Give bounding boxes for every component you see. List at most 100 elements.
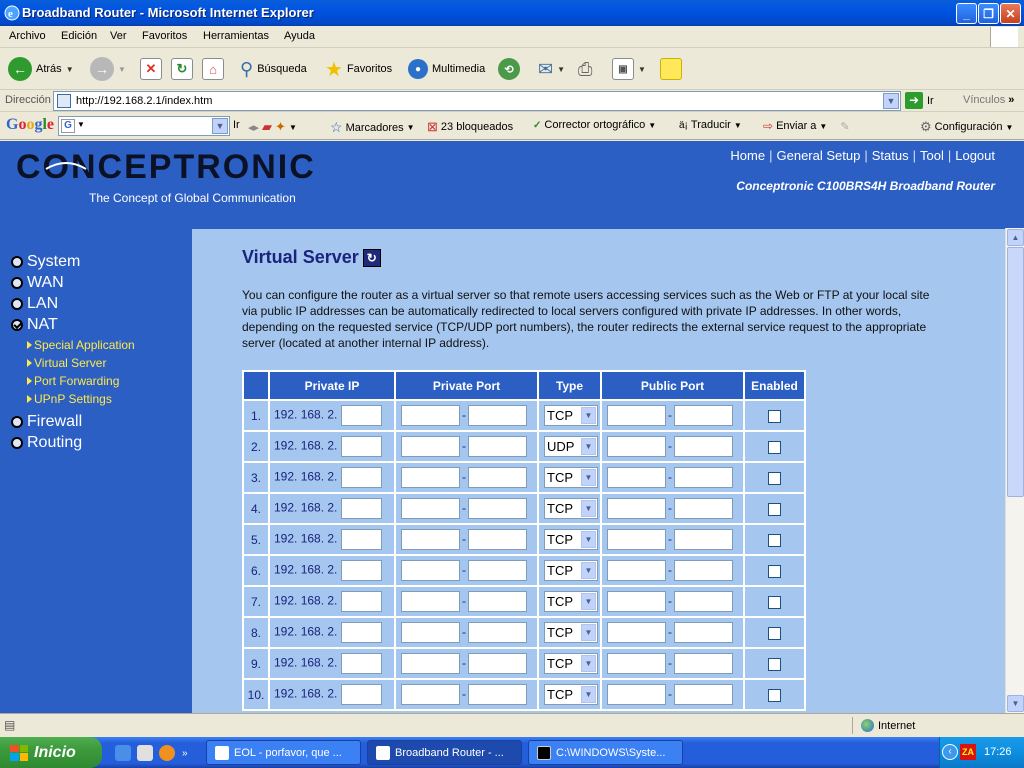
private-port-start-input[interactable] bbox=[401, 591, 460, 612]
go-button[interactable]: ➜ Ir bbox=[905, 92, 934, 109]
forward-button[interactable]: → ▼ bbox=[90, 56, 126, 82]
public-port-start-input[interactable] bbox=[607, 684, 666, 705]
mail-button[interactable]: ✉ ▼ bbox=[538, 56, 565, 82]
task-broadband-router[interactable]: Broadband Router - ... bbox=[367, 740, 522, 765]
private-port-start-input[interactable] bbox=[401, 467, 460, 488]
private-port-start-input[interactable] bbox=[401, 653, 460, 674]
nav-home-link[interactable]: Home bbox=[730, 148, 765, 163]
refresh-icon[interactable]: ↻ bbox=[362, 248, 381, 267]
protocol-select[interactable]: TCP ▼ bbox=[544, 529, 598, 550]
chevron-down-icon[interactable]: ▼ bbox=[212, 118, 228, 134]
public-port-end-input[interactable] bbox=[674, 436, 733, 457]
nav-status-link[interactable]: Status bbox=[872, 148, 909, 163]
public-port-end-input[interactable] bbox=[674, 405, 733, 426]
ie-quicklaunch-icon[interactable] bbox=[115, 745, 131, 761]
nav-logout-link[interactable]: Logout bbox=[955, 148, 995, 163]
enabled-checkbox[interactable] bbox=[768, 595, 781, 609]
menu-herramientas[interactable]: Herramientas bbox=[203, 30, 269, 42]
protocol-select[interactable]: TCP ▼ bbox=[544, 622, 598, 643]
private-ip-input[interactable] bbox=[340, 529, 382, 550]
public-port-start-input[interactable] bbox=[607, 560, 666, 581]
search-button[interactable]: ⚲ Búsqueda bbox=[240, 56, 307, 82]
sidebar-sub-port-forwarding[interactable]: Port Forwarding bbox=[27, 374, 119, 388]
public-port-start-input[interactable] bbox=[607, 529, 666, 550]
enabled-checkbox[interactable] bbox=[768, 502, 781, 516]
private-port-end-input[interactable] bbox=[468, 467, 527, 488]
edit-button[interactable]: ▣ ▼ bbox=[612, 56, 646, 82]
public-port-end-input[interactable] bbox=[674, 622, 733, 643]
private-port-end-input[interactable] bbox=[468, 529, 527, 550]
sidebar-item-routing[interactable]: Routing bbox=[11, 434, 82, 452]
private-port-start-input[interactable] bbox=[401, 560, 460, 581]
refresh-button[interactable]: ↻ bbox=[171, 56, 193, 82]
private-port-end-input[interactable] bbox=[468, 591, 527, 612]
nav-general-setup-link[interactable]: General Setup bbox=[777, 148, 861, 163]
public-port-end-input[interactable] bbox=[674, 529, 733, 550]
popup-blocker-button[interactable]: ⊠ 23 bloqueados bbox=[427, 119, 513, 135]
home-button[interactable]: ⌂ bbox=[202, 56, 224, 82]
private-port-start-input[interactable] bbox=[401, 622, 460, 643]
private-port-end-input[interactable] bbox=[468, 560, 527, 581]
links-label[interactable]: Vínculos » bbox=[963, 94, 1014, 106]
private-port-end-input[interactable] bbox=[468, 436, 527, 457]
public-port-start-input[interactable] bbox=[607, 498, 666, 519]
enabled-checkbox[interactable] bbox=[768, 657, 781, 671]
enabled-checkbox[interactable] bbox=[768, 626, 781, 640]
enabled-checkbox[interactable] bbox=[768, 533, 781, 547]
task-eol[interactable]: EOL - porfavor, que ... bbox=[206, 740, 361, 765]
private-port-end-input[interactable] bbox=[468, 405, 527, 426]
sidebar-item-system[interactable]: System bbox=[11, 253, 80, 271]
stop-button[interactable]: ✕ bbox=[140, 56, 162, 82]
start-button[interactable]: Inicio bbox=[0, 737, 102, 768]
private-ip-input[interactable] bbox=[340, 405, 382, 426]
vertical-scrollbar[interactable]: ▲ ▼ bbox=[1005, 228, 1024, 713]
private-ip-input[interactable] bbox=[340, 467, 382, 488]
private-port-start-input[interactable] bbox=[401, 684, 460, 705]
public-port-start-input[interactable] bbox=[607, 653, 666, 674]
private-port-start-input[interactable] bbox=[401, 405, 460, 426]
google-search-input[interactable]: G ▼ ▼ bbox=[58, 116, 230, 136]
google-logo[interactable]: Google bbox=[6, 116, 54, 134]
google-tools-icons[interactable]: ◂▸ ▰ ✦ ▼ bbox=[248, 119, 297, 135]
sidebar-sub-upnp-settings[interactable]: UPnP Settings bbox=[27, 392, 112, 406]
sidebar-item-lan[interactable]: LAN bbox=[11, 295, 58, 313]
sidebar-sub-virtual-server[interactable]: Virtual Server bbox=[27, 356, 106, 370]
public-port-start-input[interactable] bbox=[607, 405, 666, 426]
protocol-select[interactable]: TCP ▼ bbox=[544, 591, 598, 612]
protocol-select[interactable]: UDP ▼ bbox=[544, 436, 598, 457]
multimedia-button[interactable]: ● Multimedia bbox=[408, 56, 485, 82]
settings-button[interactable]: ⚙ Configuración ▼ bbox=[920, 119, 1013, 135]
public-port-start-input[interactable] bbox=[607, 591, 666, 612]
media-player-quicklaunch-icon[interactable] bbox=[159, 745, 175, 761]
public-port-end-input[interactable] bbox=[674, 684, 733, 705]
notes-button[interactable] bbox=[660, 56, 682, 82]
history-button[interactable]: ⟲ bbox=[498, 56, 520, 82]
private-port-end-input[interactable] bbox=[468, 653, 527, 674]
sidebar-sub-special-application[interactable]: Special Application bbox=[27, 338, 135, 352]
task-cmd[interactable]: C:\WINDOWS\Syste... bbox=[528, 740, 683, 765]
print-button[interactable]: ⎙ bbox=[578, 56, 592, 82]
protocol-select[interactable]: TCP ▼ bbox=[544, 405, 598, 426]
protocol-select[interactable]: TCP ▼ bbox=[544, 653, 598, 674]
public-port-start-input[interactable] bbox=[607, 436, 666, 457]
back-button[interactable]: ← Atrás ▼ bbox=[8, 56, 74, 82]
protocol-select[interactable]: TCP ▼ bbox=[544, 684, 598, 705]
scroll-thumb[interactable] bbox=[1007, 247, 1024, 497]
chevron-down-icon[interactable]: ▼ bbox=[883, 93, 899, 109]
public-port-end-input[interactable] bbox=[674, 560, 733, 581]
private-ip-input[interactable] bbox=[340, 436, 382, 457]
bookmarks-button[interactable]: ☆ Marcadores ▼ bbox=[330, 119, 415, 136]
public-port-start-input[interactable] bbox=[607, 622, 666, 643]
expand-quicklaunch-icon[interactable]: » bbox=[182, 748, 192, 759]
menu-ayuda[interactable]: Ayuda bbox=[284, 30, 315, 42]
private-ip-input[interactable] bbox=[340, 498, 382, 519]
public-port-start-input[interactable] bbox=[607, 467, 666, 488]
close-button[interactable]: ✕ bbox=[1000, 3, 1021, 24]
private-ip-input[interactable] bbox=[340, 560, 382, 581]
minimize-button[interactable]: _ bbox=[956, 3, 977, 24]
enabled-checkbox[interactable] bbox=[768, 440, 781, 454]
sidebar-item-firewall[interactable]: Firewall bbox=[11, 413, 82, 431]
protocol-select[interactable]: TCP ▼ bbox=[544, 560, 598, 581]
private-port-start-input[interactable] bbox=[401, 529, 460, 550]
public-port-end-input[interactable] bbox=[674, 498, 733, 519]
